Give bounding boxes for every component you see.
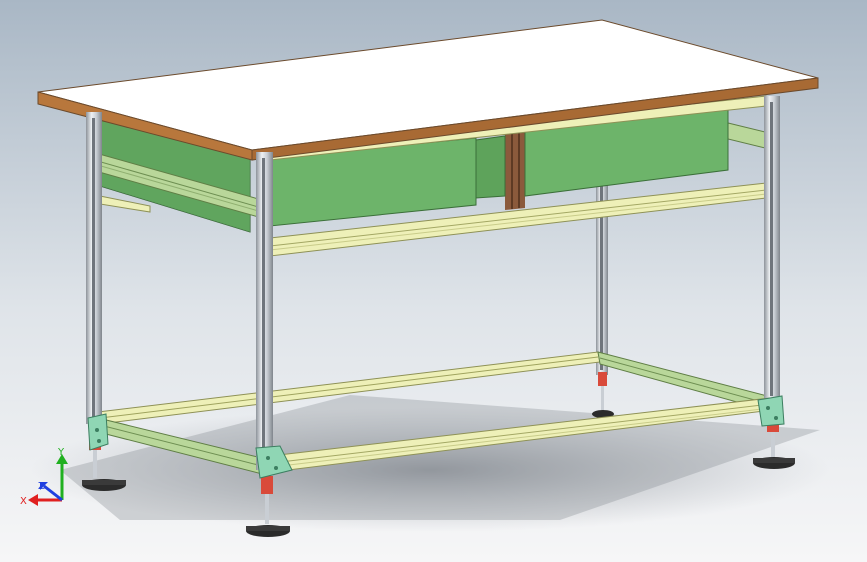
- corner-bracket-front-right[interactable]: [757, 395, 785, 427]
- workbench-model-render[interactable]: Y X Z: [0, 0, 867, 562]
- triad-z-label: Z: [38, 481, 45, 492]
- corner-bracket-back-left[interactable]: [87, 413, 109, 451]
- triad-x-label: X: [20, 496, 27, 507]
- triad-y-label: Y: [57, 447, 65, 458]
- cad-3d-viewport[interactable]: Y X Z: [0, 0, 867, 562]
